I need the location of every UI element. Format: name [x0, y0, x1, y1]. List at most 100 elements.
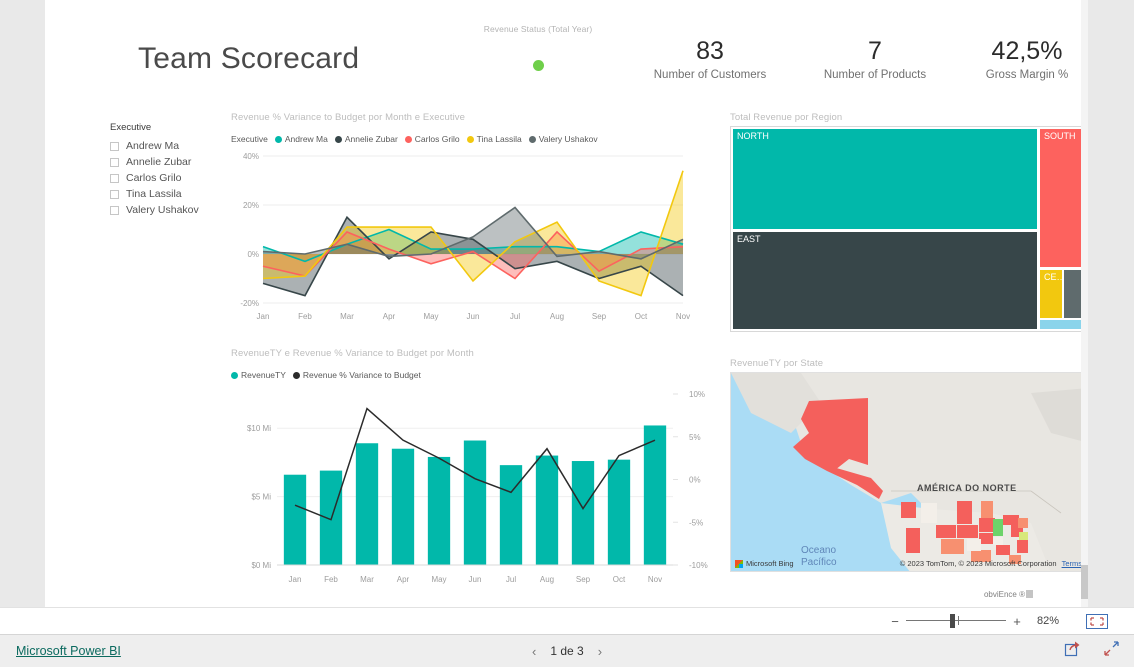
- treemap-tile-north[interactable]: NORTH: [733, 129, 1037, 229]
- checkbox-icon[interactable]: [110, 205, 119, 215]
- treemap-tile-label: NORTH: [737, 131, 769, 141]
- svg-text:Sep: Sep: [576, 575, 591, 584]
- legend-item-annelie-zubar[interactable]: Annelie Zubar: [334, 134, 398, 144]
- legend-item-revenuety[interactable]: RevenueTY: [231, 370, 286, 380]
- microsoft-logo-icon: [735, 559, 743, 568]
- map-copyright-text: © 2023 TomTom, © 2023 Microsoft Corporat…: [899, 559, 1057, 568]
- area-chart-plot: 40% 20% 0% -20% Jan Feb Mar Apr May Jun Jul Aug Sep O…: [240, 152, 690, 321]
- report-footer: Microsoft Power BI ‹ 1 de 3 ›: [0, 634, 1134, 667]
- slicer-item-tina-lassila[interactable]: Tina Lassila: [110, 186, 230, 202]
- slicer-item-label: Andrew Ma: [126, 140, 180, 152]
- next-page-icon[interactable]: ›: [598, 644, 602, 659]
- footer-actions: [1064, 640, 1120, 662]
- legend-label: RevenueTY: [241, 370, 286, 380]
- svg-text:Feb: Feb: [298, 312, 312, 321]
- svg-text:Mar: Mar: [360, 575, 374, 584]
- map-ocean-label-line2: Pacífico: [801, 557, 837, 568]
- slicer-item-valery-ushakov[interactable]: Valery Ushakov: [110, 202, 230, 218]
- canvas-scrollbar-thumb[interactable]: [1081, 565, 1088, 599]
- kpi-label: Number of Customers: [653, 69, 767, 81]
- revenue-by-state-map[interactable]: RevenueTY por State AMÉRICA DO NORTE Oce…: [730, 358, 1090, 580]
- legend-label: Andrew Ma: [284, 134, 328, 144]
- svg-text:-20%: -20%: [240, 299, 259, 308]
- share-icon[interactable]: [1064, 640, 1081, 662]
- slicer-item-label: Tina Lassila: [126, 188, 182, 200]
- treemap-tile-south[interactable]: SOUTH: [1040, 129, 1085, 267]
- checkbox-icon[interactable]: [110, 173, 119, 183]
- legend-item-valery-ushakov[interactable]: Valery Ushakov: [528, 134, 598, 144]
- chart-legend[interactable]: RevenueTY Revenue % Variance to Budget: [231, 370, 428, 380]
- treemap-tile-central[interactable]: CE…: [1040, 270, 1066, 318]
- zoom-slider-thumb[interactable]: [950, 614, 955, 628]
- power-bi-brand-link[interactable]: Microsoft Power BI: [16, 644, 121, 658]
- fit-to-page-icon[interactable]: [1084, 612, 1110, 630]
- legend-color-swatch: [466, 135, 474, 143]
- visual-title: Total Revenue por Region: [730, 112, 843, 123]
- svg-text:Nov: Nov: [676, 312, 690, 321]
- legend-item-variance[interactable]: Revenue % Variance to Budget: [292, 370, 421, 380]
- treemap-plot: NORTH EAST SOUTH CE…: [730, 126, 1088, 332]
- map-ocean-label-line1: Oceano: [801, 545, 837, 556]
- kpi-value: 83: [696, 37, 724, 65]
- kpi-card-number-of-products[interactable]: 7 Number of Products: [795, 36, 955, 81]
- legend-item-andrew-ma[interactable]: Andrew Ma: [274, 134, 328, 144]
- revenue-and-variance-chart[interactable]: RevenueTY e Revenue % Variance to Budget…: [231, 348, 731, 593]
- previous-page-icon[interactable]: ‹: [532, 644, 536, 659]
- treemap-tile-label: EAST: [737, 234, 761, 244]
- zoom-in-button[interactable]: +: [1010, 614, 1024, 629]
- svg-text:May: May: [423, 312, 438, 321]
- svg-text:$0 Mi: $0 Mi: [251, 561, 271, 570]
- legend-color-swatch: [292, 371, 300, 379]
- svg-text:10%: 10%: [689, 390, 705, 399]
- zoom-out-button[interactable]: −: [888, 614, 902, 629]
- visual-title: Revenue % Variance to Budget por Month e…: [231, 112, 466, 123]
- combo-chart-plot: $10 Mi $5 Mi $0 Mi 10% 5% 0% -5% -10% Jan Feb Mar A…: [247, 390, 708, 584]
- canvas-area: Team Scorecard Revenue Status (Total Yea…: [0, 0, 1134, 607]
- executive-slicer[interactable]: Executive Andrew Ma Annelie Zubar Carlos…: [110, 122, 230, 218]
- legend-color-swatch: [274, 135, 282, 143]
- map-graphics: [731, 373, 1087, 571]
- zoom-percent-label: 82%: [1036, 615, 1060, 627]
- kpi-card-number-of-customers[interactable]: 83 Number of Customers: [613, 36, 807, 81]
- canvas-scrollbar-track[interactable]: [1081, 0, 1088, 607]
- svg-text:Apr: Apr: [397, 575, 410, 584]
- variance-by-executive-chart[interactable]: Revenue % Variance to Budget por Month e…: [231, 112, 699, 327]
- svg-text:Nov: Nov: [648, 575, 662, 584]
- kpi-label: Number of Products: [823, 69, 927, 81]
- svg-text:Jan: Jan: [257, 312, 270, 321]
- fullscreen-icon[interactable]: [1103, 640, 1120, 662]
- chart-legend[interactable]: Executive Andrew Ma Annelie Zubar Carlos…: [231, 134, 605, 144]
- page-title: Team Scorecard: [138, 42, 360, 75]
- legend-item-carlos-grilo[interactable]: Carlos Grilo: [404, 134, 460, 144]
- svg-text:0%: 0%: [247, 250, 259, 259]
- treemap-tile-other-blue[interactable]: [1040, 320, 1085, 329]
- legend-label: Annelie Zubar: [344, 134, 398, 144]
- svg-text:Mar: Mar: [340, 312, 354, 321]
- treemap-tile-east[interactable]: EAST: [733, 232, 1037, 329]
- svg-text:-10%: -10%: [689, 561, 708, 570]
- svg-text:Oct: Oct: [635, 312, 648, 321]
- checkbox-icon[interactable]: [110, 189, 119, 199]
- slicer-item-label: Annelie Zubar: [126, 156, 192, 168]
- svg-text:0%: 0%: [689, 476, 701, 485]
- legend-title: Executive: [231, 134, 268, 144]
- checkbox-icon[interactable]: [110, 141, 119, 151]
- checkbox-icon[interactable]: [110, 157, 119, 167]
- revenue-by-region-treemap[interactable]: Total Revenue por Region NORTH EAST SOUT…: [730, 112, 1090, 334]
- svg-text:-5%: -5%: [689, 518, 703, 527]
- svg-text:May: May: [431, 575, 446, 584]
- fullscreen-glyph: [1104, 641, 1119, 656]
- svg-text:Jun: Jun: [469, 575, 482, 584]
- revenue-status-card[interactable]: Revenue Status (Total Year): [478, 24, 598, 71]
- legend-label: Carlos Grilo: [414, 134, 460, 144]
- map-plot[interactable]: AMÉRICA DO NORTE Oceano Pacífico Microso…: [730, 372, 1088, 572]
- slicer-item-carlos-grilo[interactable]: Carlos Grilo: [110, 170, 230, 186]
- map-terms-link[interactable]: Terms: [1062, 559, 1082, 568]
- slicer-item-annelie-zubar[interactable]: Annelie Zubar: [110, 154, 230, 170]
- svg-text:Jan: Jan: [289, 575, 302, 584]
- svg-text:Jul: Jul: [506, 575, 516, 584]
- zoom-slider[interactable]: [906, 614, 1006, 628]
- legend-item-tina-lassila[interactable]: Tina Lassila: [466, 134, 522, 144]
- legend-label: Valery Ushakov: [538, 134, 598, 144]
- slicer-item-andrew-ma[interactable]: Andrew Ma: [110, 138, 230, 154]
